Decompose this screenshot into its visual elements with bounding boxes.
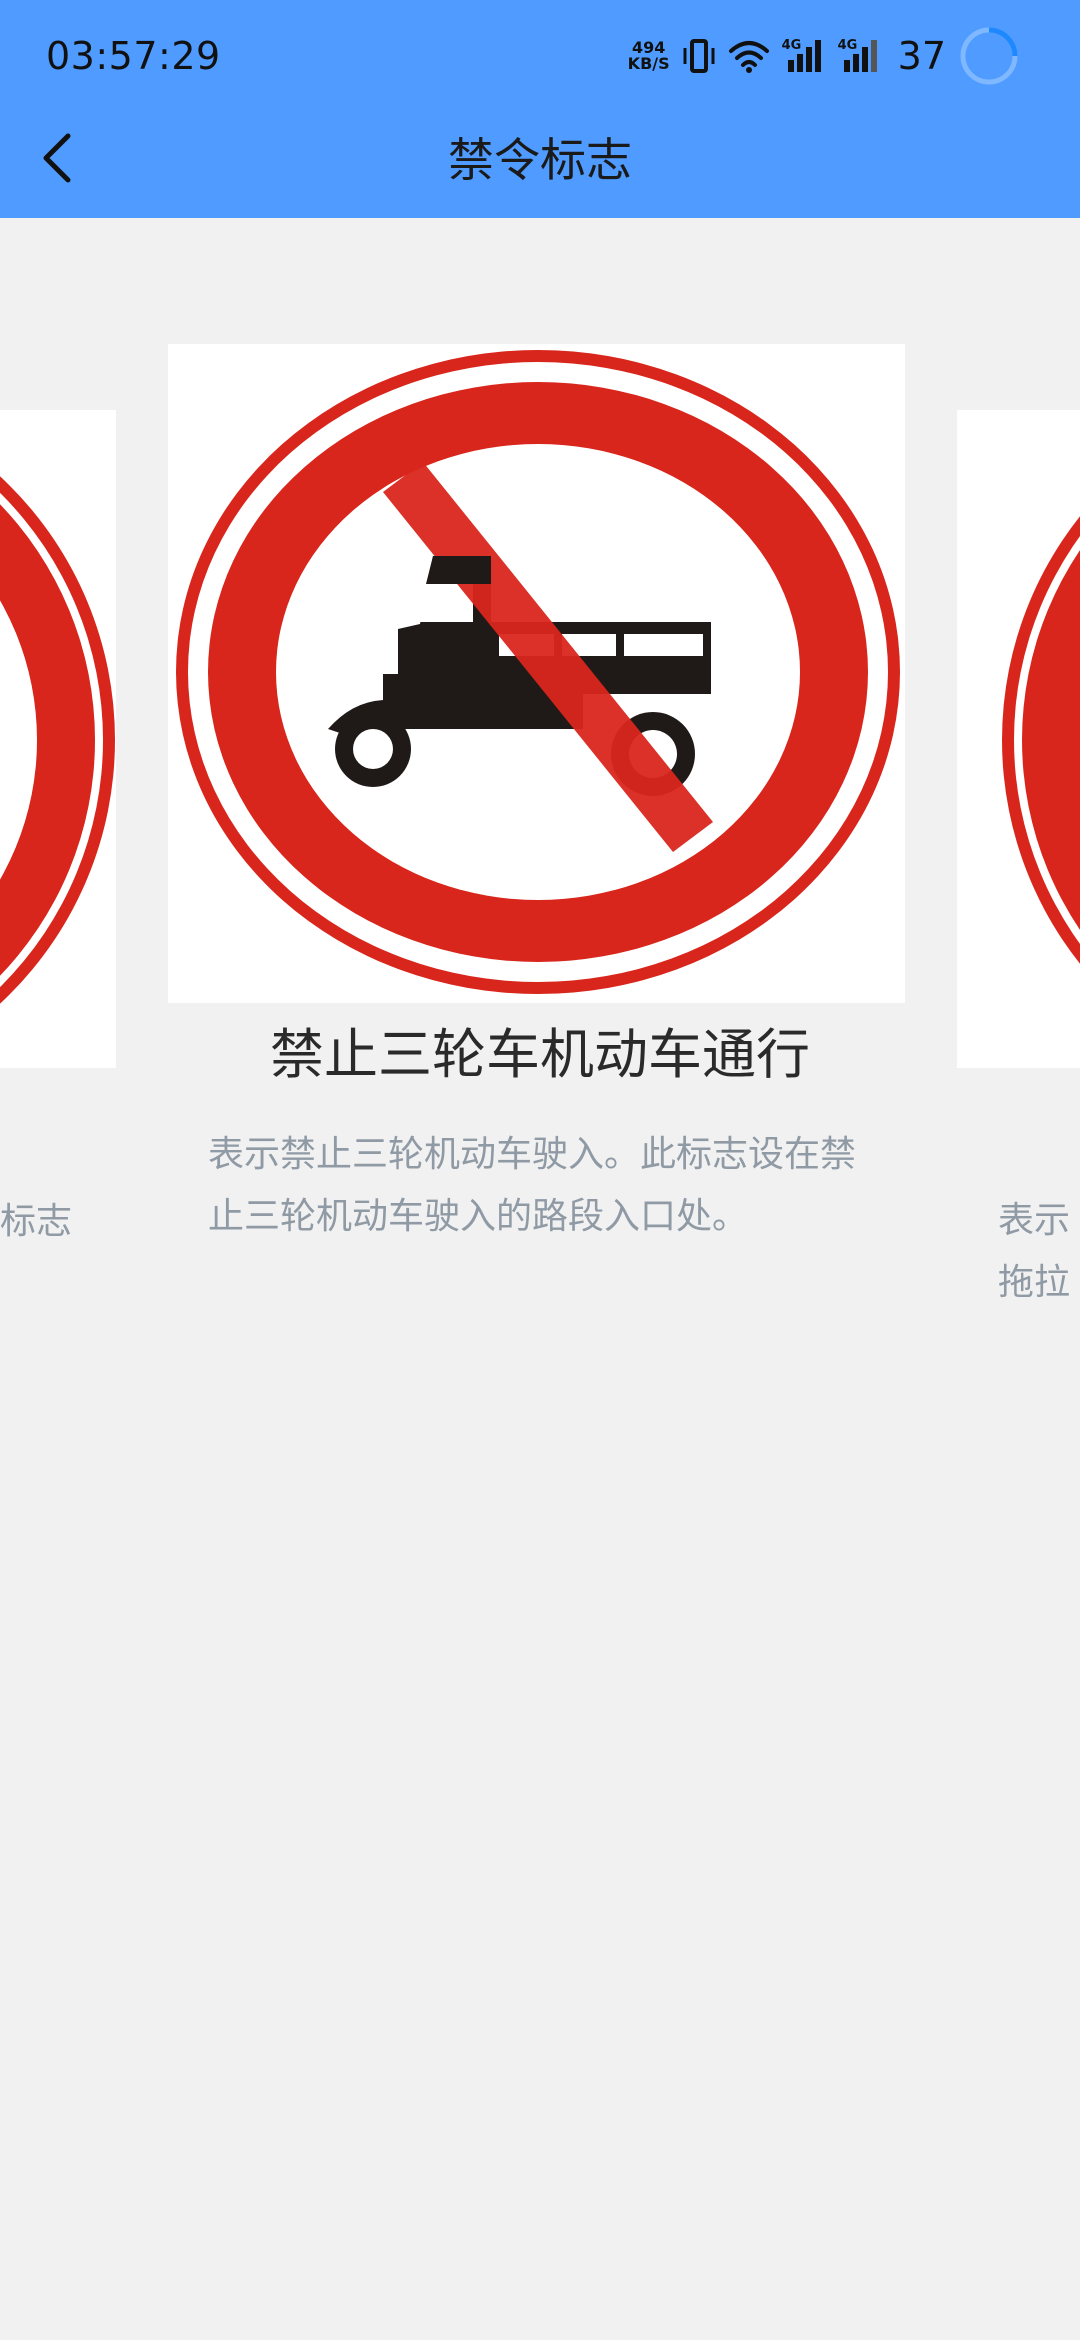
next-sign-description-line-2: 拖拉 — [998, 1262, 1071, 1303]
next-sign-description-line-1: 表示 — [998, 1200, 1071, 1241]
prohibition-sign-image-next — [1002, 516, 1080, 964]
loading-ring-icon — [960, 27, 1018, 85]
page-title: 禁令标志 — [448, 133, 632, 187]
sign-description: 表示禁止三轮机动车驶入。此标志设在禁止三轮机动车驶入的路段入口处。 — [208, 1134, 857, 1237]
wifi-icon — [728, 41, 769, 73]
app-bar: 03:57:29 494 KB/S 4G 4G 37 禁令标志 — [0, 0, 1080, 218]
signal-icon: 4G — [782, 38, 826, 74]
previous-sign-description: 标志 — [0, 1201, 73, 1242]
next-sign-description: 表示 拖拉 — [998, 1190, 1080, 1314]
sign-card[interactable] — [168, 344, 905, 1003]
no-tricycle-sign-image — [176, 350, 900, 994]
previous-sign-card[interactable] — [0, 410, 116, 1068]
network-speed: 494 KB/S — [628, 40, 670, 72]
vibrate-icon — [683, 39, 715, 73]
signal-icon-2: 4G — [838, 38, 882, 74]
status-icons: 494 KB/S 4G 4G 37 — [628, 26, 1020, 86]
sign-title: 禁止三轮车机动车通行 — [270, 1023, 810, 1086]
status-time: 03:57:29 — [46, 34, 221, 78]
next-sign-card[interactable] — [957, 410, 1080, 1068]
prohibition-sign-image — [0, 476, 115, 1004]
network-speed-unit: KB/S — [627, 54, 670, 73]
battery-level: 37 — [897, 34, 946, 78]
